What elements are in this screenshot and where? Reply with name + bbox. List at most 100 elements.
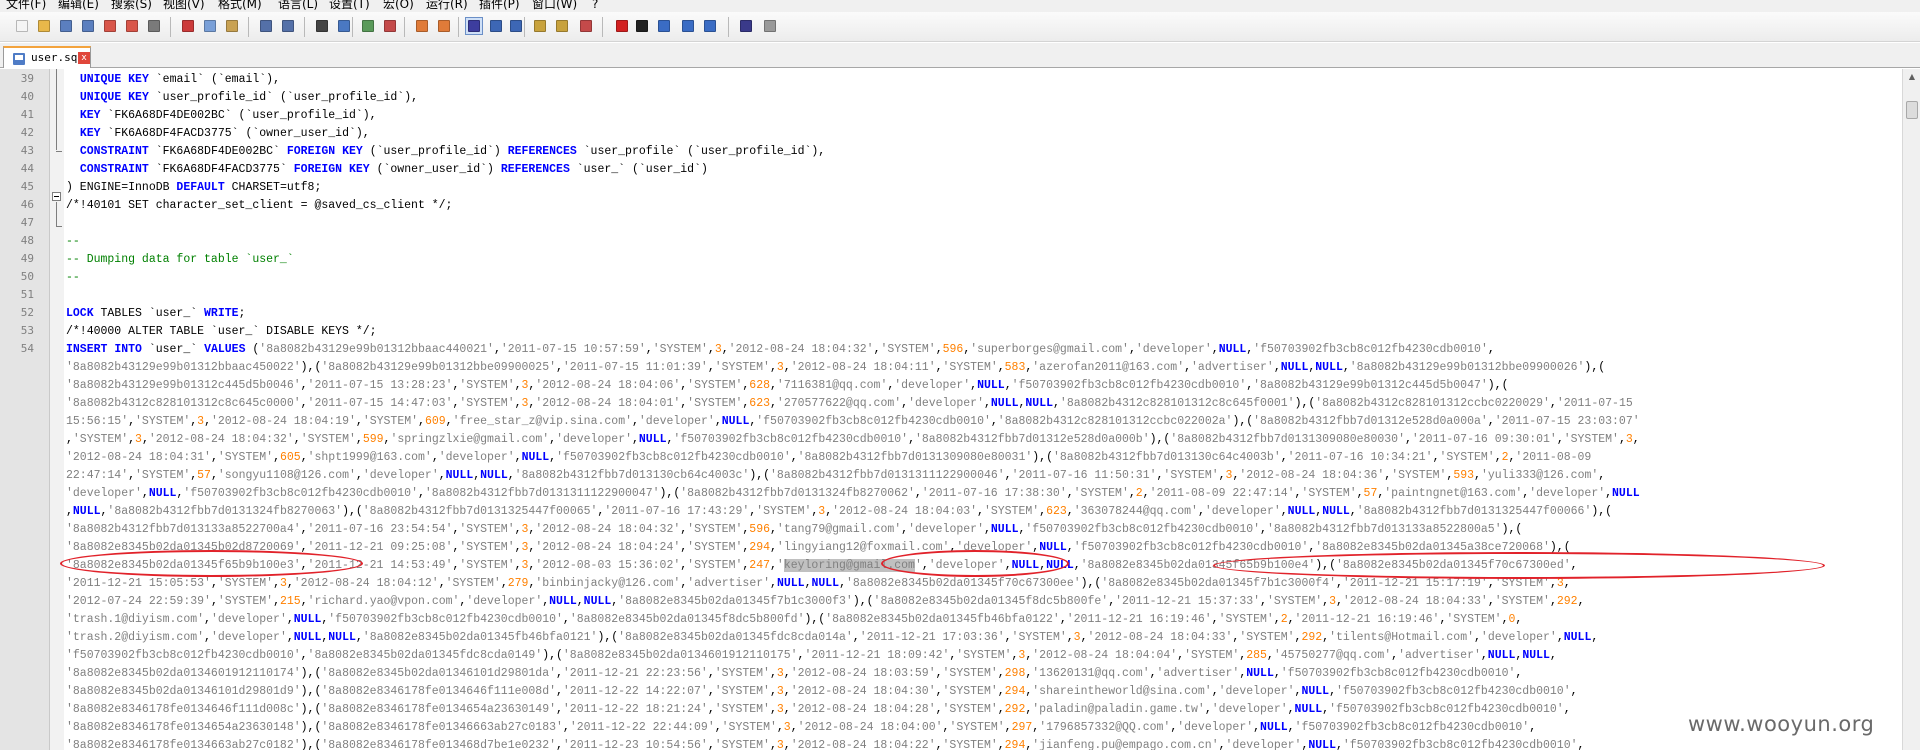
code-line: 'trash.2@diyism.com','developer',NULL,NU… [0, 629, 1902, 647]
annotation-ellipse [60, 550, 363, 577]
code-text: '8a8082b43129e99b01312c445d5b0046','2011… [66, 379, 1509, 392]
menu-item[interactable]: 文件(F) [6, 0, 46, 12]
toolbar-separator [304, 17, 305, 37]
annotation-ellipse [881, 550, 1069, 577]
toolbar-separator [602, 17, 603, 37]
paste-icon[interactable] [224, 18, 240, 34]
replace-icon[interactable] [336, 18, 352, 34]
line-number: 45 [20, 180, 34, 193]
code-line: '8a8082b43129e99b01312bbaac450022'),('8a… [0, 359, 1902, 377]
menu-item[interactable]: 设置(T) [329, 0, 370, 12]
code-text: ) ENGINE=InnoDB DEFAULT CHARSET=utf8; [66, 181, 322, 194]
word-wrap-icon[interactable] [465, 17, 483, 35]
code-line: 44 CONSTRAINT `FK6A68DF4FACD3775` FOREIG… [0, 161, 1902, 179]
copy-icon[interactable] [202, 18, 218, 34]
line-number: 48 [20, 234, 34, 247]
code-text: '8a8082e8346178fe0134663ab27c0182'),('8a… [66, 739, 1585, 750]
menu-item[interactable]: 视图(V) [163, 0, 205, 12]
tab-bar: user.sql x [0, 43, 1920, 68]
code-text: '2011-12-21 15:05:53','SYSTEM',3,'2012-0… [66, 577, 1571, 590]
code-text: ,NULL,'8a8082b4312fbb7d0131324fb8270063'… [66, 505, 1613, 518]
code-line: 45 ) ENGINE=InnoDB DEFAULT CHARSET=utf8; [0, 179, 1902, 197]
open-file-icon[interactable] [36, 18, 52, 34]
new-file-icon[interactable] [14, 18, 30, 34]
save-macro-icon[interactable] [702, 18, 718, 34]
code-text: /*!40101 SET character_set_client = @sav… [66, 199, 453, 212]
redo-icon[interactable] [280, 18, 296, 34]
doc-map-icon[interactable] [554, 18, 570, 34]
code-text: 'f50703902fb3cb8c012fb4230cdb0010','8a80… [66, 649, 1557, 662]
tab-user-sql[interactable]: user.sql x [3, 46, 91, 68]
code-line: 46 /*!40101 SET character_set_client = @s… [0, 197, 1902, 215]
code-line: 43 CONSTRAINT `FK6A68DF4DE002BC` FOREIGN… [0, 143, 1902, 161]
close-file-icon[interactable] [102, 18, 118, 34]
vertical-scrollbar[interactable]: ▲ [1902, 69, 1920, 750]
code-line: '8a8082e8346178fe0134663ab27c0182'),('8a… [0, 737, 1902, 750]
code-line: 47 [0, 215, 1902, 233]
line-number: 40 [20, 90, 34, 103]
menu-item[interactable]: ? [592, 0, 598, 12]
code-text: /*!40000 ALTER TABLE `user_` DISABLE KEY… [66, 325, 377, 338]
close-all-icon[interactable] [124, 18, 140, 34]
menu-item[interactable]: 插件(P) [479, 0, 520, 12]
scroll-up-icon[interactable]: ▲ [1903, 69, 1920, 85]
tab-label: user.sql [31, 51, 84, 64]
print-icon[interactable] [146, 18, 162, 34]
code-text: '8a8082e8345b02da01346101d29801d9'),('8a… [66, 685, 1578, 698]
code-text: UNIQUE KEY `email` (`email`), [79, 73, 280, 86]
zoom-in-icon[interactable] [360, 18, 376, 34]
show-all-chars-icon[interactable] [488, 18, 504, 34]
code-line: ,NULL,'8a8082b4312fbb7d0131324fb8270063'… [0, 503, 1902, 521]
play-macro-icon[interactable] [656, 18, 672, 34]
menu-item[interactable]: 宏(O) [383, 0, 414, 12]
menu-item[interactable]: 搜索(S) [111, 0, 152, 12]
menu-item[interactable]: 运行(R) [426, 0, 468, 12]
code-line: 22:47:14','SYSTEM',57,'songyu1108@126.co… [0, 467, 1902, 485]
code-text: '8a8082b4312c828101312c8c645c0000','2011… [66, 397, 1633, 410]
code-line: 51 [0, 287, 1902, 305]
menu-item[interactable]: 格式(M) [218, 0, 262, 12]
code-line: '2012-08-24 18:04:31','SYSTEM',605,'shpt… [0, 449, 1902, 467]
menu-item[interactable]: 窗口(W) [532, 0, 577, 12]
find-icon[interactable] [314, 18, 330, 34]
stop-record-icon[interactable] [634, 18, 650, 34]
menu-item[interactable]: 编辑(E) [58, 0, 99, 12]
code-line: 42 KEY `FK6A68DF4FACD3775` (`owner_user_… [0, 125, 1902, 143]
code-text: -- [66, 271, 80, 284]
save-all-icon[interactable] [80, 18, 96, 34]
close-tab-icon[interactable]: x [78, 52, 90, 64]
code-text: 'trash.2@diyism.com','developer',NULL,NU… [66, 631, 1599, 644]
menu-item[interactable]: 语言(L) [278, 0, 318, 12]
code-line: 'f50703902fb3cb8c012fb4230cdb0010','8a80… [0, 647, 1902, 665]
zoom-out-icon[interactable] [382, 18, 398, 34]
sync-horizontal-icon[interactable] [436, 18, 452, 34]
code-text: -- [66, 235, 80, 248]
line-number: 51 [20, 288, 34, 301]
code-text: 'developer',NULL,'f50703902fb3cb8c012fb4… [66, 487, 1640, 500]
line-number: 41 [20, 108, 34, 121]
line-number: 53 [20, 324, 34, 337]
undo-icon[interactable] [258, 18, 274, 34]
code-text: UNIQUE KEY `user_profile_id` (`user_prof… [79, 91, 419, 104]
code-editor[interactable]: 39 UNIQUE KEY `email` (`email`), 40 UNIQU… [0, 69, 1902, 750]
code-text: '8a8082e8346178fe0134654a23630148'),('8a… [66, 721, 1537, 734]
spell-check-icon[interactable] [738, 18, 754, 34]
toolbar-separator [352, 17, 353, 37]
code-line: '8a8082e8345b02da01346101d29801d9'),('8a… [0, 683, 1902, 701]
udl-icon[interactable] [532, 18, 548, 34]
cut-icon[interactable] [180, 18, 196, 34]
code-text: 22:47:14','SYSTEM',57,'songyu1108@126.co… [66, 469, 1606, 482]
record-macro-icon[interactable] [614, 18, 630, 34]
save-icon[interactable] [58, 18, 74, 34]
plugin-icon[interactable] [762, 18, 778, 34]
run-macro-multiple-icon[interactable] [680, 18, 696, 34]
line-number: 44 [20, 162, 34, 175]
line-number: 46 [20, 198, 34, 211]
function-list-icon[interactable] [578, 18, 594, 34]
code-text: ,'SYSTEM',3,'2012-08-24 18:04:32','SYSTE… [66, 433, 1640, 446]
sync-vertical-icon[interactable] [414, 18, 430, 34]
scrollbar-thumb[interactable] [1906, 101, 1918, 119]
code-text: '2012-07-24 22:59:39','SYSTEM',215,'rich… [66, 595, 1585, 608]
toolbar-separator [404, 17, 405, 37]
indent-guide-icon[interactable] [508, 18, 524, 34]
